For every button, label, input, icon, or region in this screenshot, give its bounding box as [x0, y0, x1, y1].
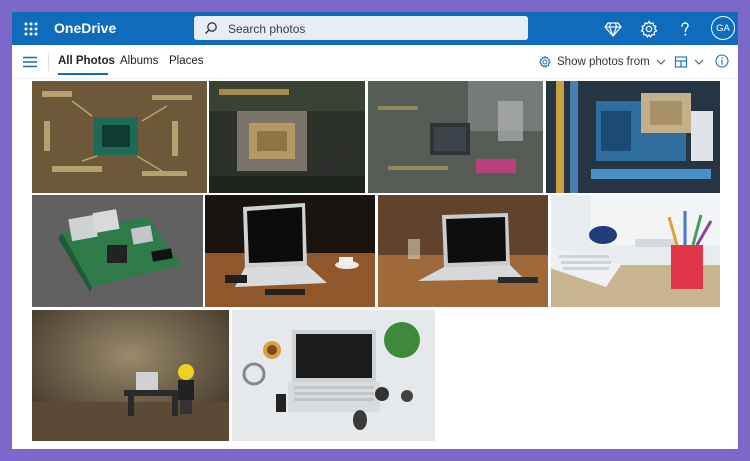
- tab-all-photos[interactable]: All Photos: [58, 55, 115, 67]
- top-bar: OneDrive Search photos GA: [12, 12, 738, 45]
- show-photos-from-dropdown[interactable]: Show photos from: [538, 53, 666, 71]
- photo-lego-figure-desk[interactable]: [32, 310, 229, 441]
- show-photos-from-label: Show photos from: [557, 56, 650, 68]
- chevron-down-icon: [656, 59, 666, 65]
- active-tab-indicator: [58, 73, 108, 75]
- photo-laptop-on-desk-2[interactable]: [378, 195, 548, 307]
- command-bar: All Photos Albums Places Show photos fro…: [12, 45, 738, 79]
- onedrive-window: OneDrive Search photos GA All Photos Alb…: [12, 12, 738, 449]
- photo-imac-keyboard-pencils[interactable]: [551, 195, 720, 307]
- settings-gear-icon: [539, 55, 551, 68]
- search-input[interactable]: [226, 19, 520, 39]
- photo-raspberry-pi[interactable]: [32, 195, 203, 307]
- search-box[interactable]: [194, 16, 528, 40]
- app-launcher-icon[interactable]: [20, 18, 42, 40]
- photo-blue-motherboard[interactable]: [546, 81, 720, 193]
- diamond-icon[interactable]: [602, 18, 624, 40]
- help-icon[interactable]: [674, 18, 696, 40]
- photo-circuit-board-chip[interactable]: [32, 81, 207, 193]
- tab-albums[interactable]: Albums: [120, 55, 158, 67]
- photo-laptop-top-view[interactable]: [232, 310, 435, 441]
- photo-cpu-socket-board[interactable]: [209, 81, 365, 193]
- hamburger-icon[interactable]: [22, 55, 38, 69]
- photo-laptop-on-desk[interactable]: [205, 195, 375, 307]
- chevron-down-icon: [694, 59, 704, 65]
- tab-places[interactable]: Places: [169, 55, 204, 67]
- divider: [48, 53, 49, 71]
- app-title[interactable]: OneDrive: [54, 20, 116, 36]
- layout-grid-icon: [674, 56, 688, 68]
- layout-view-dropdown[interactable]: [674, 54, 704, 70]
- info-icon[interactable]: [715, 54, 729, 68]
- gear-icon[interactable]: [638, 18, 660, 40]
- search-icon: [205, 22, 217, 34]
- photo-grid: [12, 78, 738, 449]
- photo-intel-chip-board[interactable]: [368, 81, 543, 193]
- avatar[interactable]: GA: [711, 16, 735, 40]
